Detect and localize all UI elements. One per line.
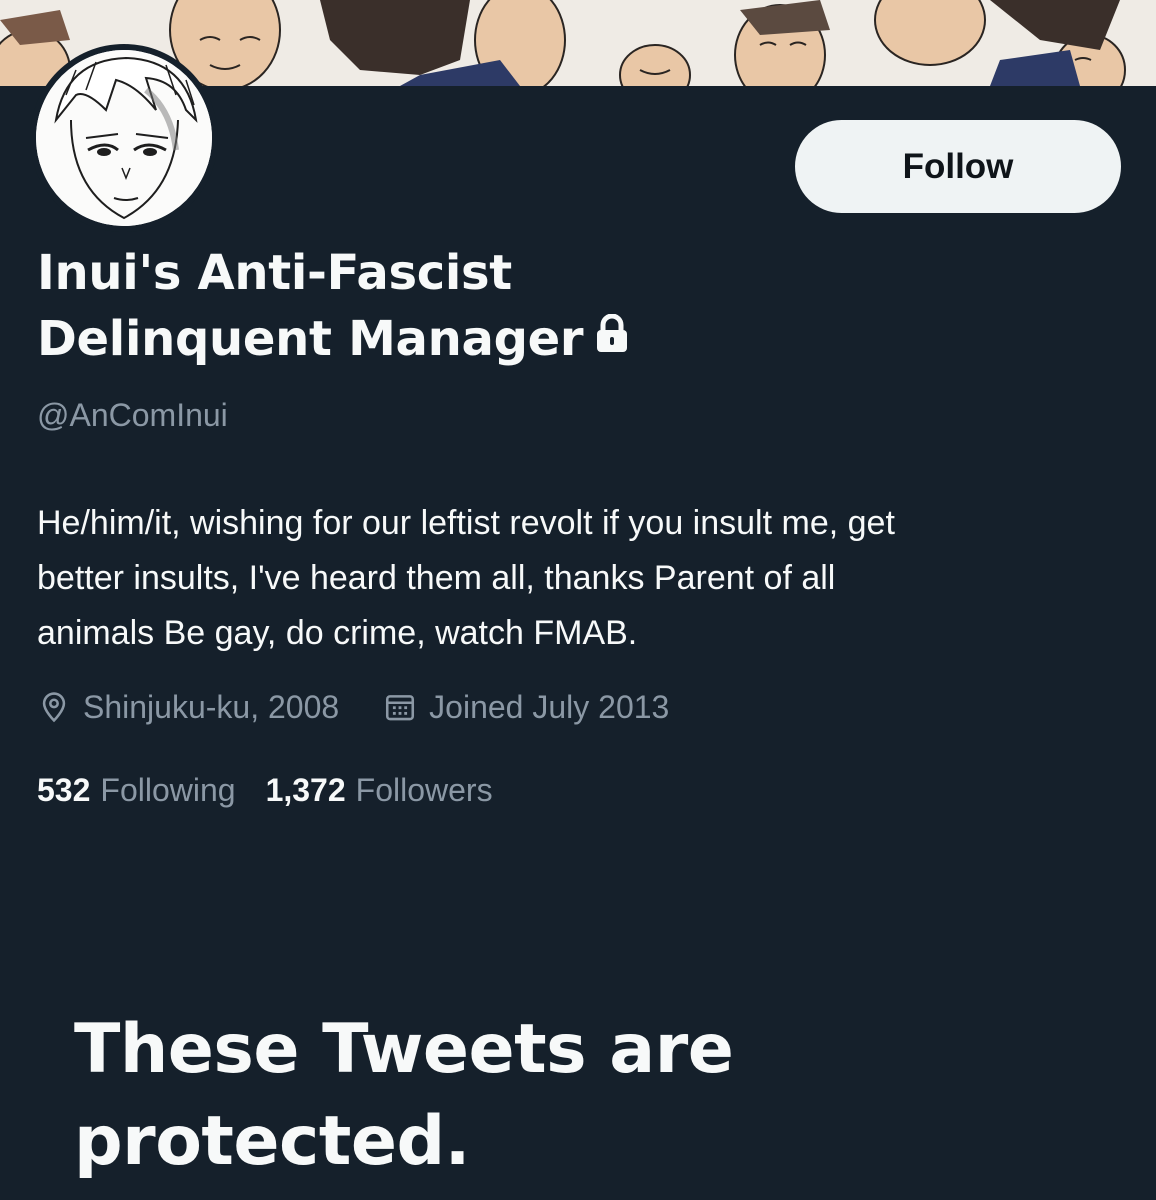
followers-count: 1,372 — [265, 772, 346, 808]
followers-label: Followers — [355, 772, 493, 808]
display-name-line-2-text: Delinquent Manager — [37, 311, 584, 367]
following-label: Following — [100, 772, 236, 808]
profile-stats: 532 Following 1,372 Followers — [37, 772, 523, 809]
location-text: Shinjuku-ku, 2008 — [83, 688, 340, 725]
following-link[interactable]: 532 Following — [37, 772, 236, 809]
profile-joined-date: Joined July 2013 — [383, 689, 669, 726]
profile-display-name: Inui's Anti-Fascist Delinquent Manager — [37, 240, 797, 375]
profile-location: Shinjuku-ku, 2008 — [37, 689, 339, 726]
lock-icon — [595, 305, 629, 371]
display-name-line-2: Delinquent Manager — [37, 306, 797, 375]
following-count: 532 — [37, 772, 91, 808]
profile-bio: He/him/it, wishing for our leftist revol… — [37, 496, 1127, 661]
joined-text: Joined July 2013 — [429, 688, 670, 725]
location-pin-icon — [42, 692, 66, 723]
followers-link[interactable]: 1,372 Followers — [266, 772, 493, 809]
protected-tweets-notice: These Tweets are protected. — [74, 1004, 974, 1188]
bio-line-2: better insults, I've heard them all, tha… — [37, 559, 836, 597]
protected-notice-line-1: These Tweets are — [74, 1010, 734, 1089]
manga-character-avatar-icon — [36, 50, 212, 226]
follow-button[interactable]: Follow — [795, 120, 1121, 213]
profile-meta: Shinjuku-ku, 2008 Joined July 2013 — [37, 684, 713, 730]
bio-line-1: He/him/it, wishing for our leftist revol… — [37, 504, 895, 542]
profile-handle: @AnComInui — [37, 397, 228, 433]
bio-line-3: animals Be gay, do crime, watch FMAB. — [37, 614, 638, 652]
avatar[interactable] — [30, 44, 218, 232]
calendar-icon — [386, 695, 415, 721]
display-name-line-1: Inui's Anti-Fascist — [37, 245, 512, 301]
protected-notice-line-2: protected. — [74, 1102, 471, 1181]
